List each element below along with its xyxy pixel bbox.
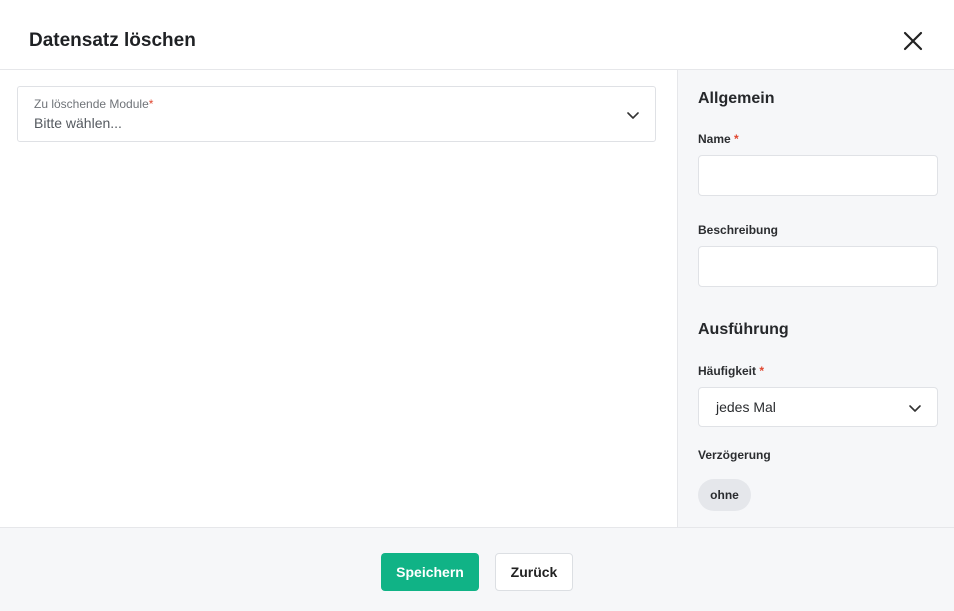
- delay-chip[interactable]: ohne: [698, 479, 751, 511]
- dialog-title: Datensatz löschen: [29, 30, 196, 51]
- dialog-header: Datensatz löschen: [0, 0, 954, 70]
- close-icon: [903, 31, 923, 51]
- back-button[interactable]: Zurück: [495, 553, 573, 591]
- frequency-select-value: jedes Mal: [716, 399, 776, 415]
- description-label: Beschreibung: [698, 223, 779, 237]
- required-mark: *: [148, 97, 154, 111]
- modules-select[interactable]: Zu löschende Module* Bitte wählen...: [17, 86, 656, 142]
- modules-select-label: Zu löschende Module*: [34, 97, 154, 111]
- name-input[interactable]: [698, 155, 938, 196]
- settings-panel: Allgemein Name * Beschreibung Ausführung…: [677, 70, 954, 527]
- description-input[interactable]: [698, 246, 938, 287]
- section-title-general: Allgemein: [698, 90, 775, 107]
- dialog-footer: Speichern Zurück: [0, 527, 954, 611]
- main-content: Zu löschende Module* Bitte wählen...: [0, 70, 677, 527]
- chevron-down-icon: [627, 112, 639, 119]
- delay-label: Verzögerung: [698, 448, 771, 462]
- save-button[interactable]: Speichern: [381, 553, 479, 591]
- chevron-down-icon: [909, 405, 921, 412]
- frequency-select[interactable]: jedes Mal: [698, 387, 938, 427]
- section-title-execution: Ausführung: [698, 321, 789, 338]
- modules-select-value: Bitte wählen...: [34, 115, 122, 131]
- required-mark: *: [759, 364, 765, 378]
- name-label: Name *: [698, 132, 739, 146]
- frequency-label: Häufigkeit *: [698, 364, 765, 378]
- required-mark: *: [734, 132, 739, 146]
- close-button[interactable]: [898, 26, 928, 56]
